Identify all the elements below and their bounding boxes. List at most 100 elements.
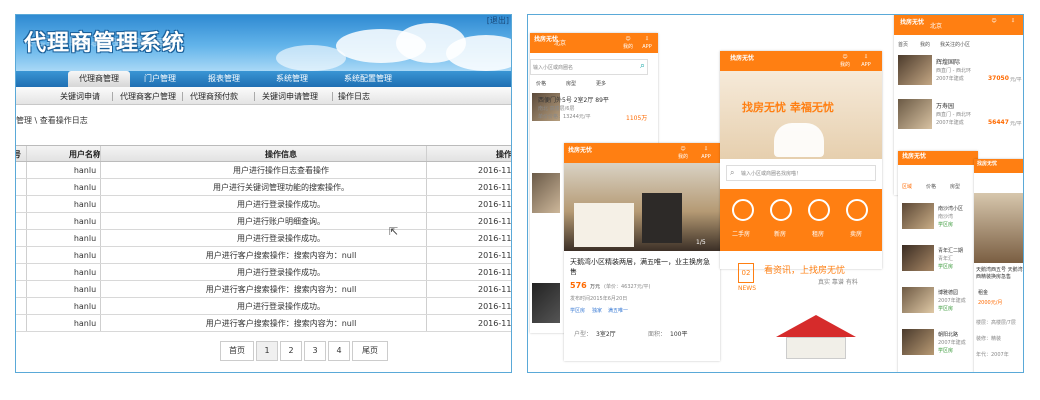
community-thumbnail[interactable] — [902, 329, 934, 355]
nav-item-portal-management[interactable]: 门户管理 — [134, 71, 186, 87]
newhouse-icon[interactable] — [770, 199, 792, 221]
filter-price[interactable]: 价格 — [536, 80, 546, 87]
download-icon[interactable]: ⇩ — [858, 54, 874, 61]
pager-page-4[interactable]: 4 — [328, 341, 350, 361]
hero-banner[interactable]: 找房无忧 幸福无忧 — [720, 71, 882, 159]
column-header-number: 号 — [16, 146, 25, 163]
pager-last[interactable]: 尾页 — [352, 341, 388, 361]
community-thumbnail[interactable] — [902, 287, 934, 313]
tag-exclusive: 独家 — [592, 308, 603, 314]
category-secondhand[interactable]: 二手房 — [732, 229, 750, 238]
nav-item-agent-management[interactable]: 代理商管理 — [68, 71, 130, 87]
right-nav-home[interactable]: 首页 — [898, 41, 908, 48]
nav-item-system-management[interactable]: 系统管理 — [266, 71, 318, 87]
filter-more[interactable]: 更多 — [596, 80, 606, 87]
community-thumbnail[interactable] — [898, 99, 932, 129]
news-tag: NEWS — [738, 285, 757, 292]
table-row: hanlu 用户进行客户搜索操作：搜索内容为：null 2016-11- — [16, 315, 511, 332]
category-newhouse[interactable]: 新房 — [774, 229, 786, 238]
rental-title[interactable]: 天鹅湾西五号 天鹅湾西精装换房急售 — [976, 267, 1023, 281]
community-name[interactable]: 南沙湾小区 — [938, 205, 963, 212]
right-nav-followed[interactable]: 我关注的小区 — [940, 41, 970, 48]
filter-rooms[interactable]: 房型 — [950, 183, 960, 190]
pager-page-3[interactable]: 3 — [304, 341, 326, 361]
pager-first[interactable]: 首页 — [220, 341, 254, 361]
user-icon[interactable]: ☺ — [988, 18, 1000, 25]
community-name[interactable]: 万寿园 — [936, 101, 954, 110]
column-divider — [426, 298, 427, 314]
featured-title[interactable]: 天鹅湾小区精装两居，满五唯一，业主换房急售 — [570, 257, 716, 277]
listing-photo[interactable]: 1/5 — [564, 163, 720, 251]
admin-screenshot: 代理商管理系统 代理商管理系统 [退出] 代理商管理 门户管理 报表管理 系统管… — [15, 14, 512, 373]
category-panel: 二手房 新房 租房 卖房 — [720, 189, 882, 251]
filter-price[interactable]: 价格 — [926, 183, 936, 190]
search-icon[interactable]: ⌕ — [640, 61, 645, 71]
cell-operation-time: 2016-11- — [478, 217, 512, 226]
column-divider — [426, 196, 427, 212]
user-icon[interactable]: ☺ — [676, 146, 690, 153]
filter-area[interactable]: 区域 — [902, 183, 912, 190]
cell-username: hanlu — [73, 166, 97, 175]
sell-icon[interactable] — [846, 199, 868, 221]
right-nav-my[interactable]: 我的 — [920, 41, 930, 48]
column-divider — [26, 196, 27, 212]
category-sell[interactable]: 卖房 — [850, 229, 862, 238]
subnav-keyword-apply[interactable]: 关键词申请 — [60, 91, 100, 102]
nav-item-report-management[interactable]: 报表管理 — [198, 71, 250, 87]
main-nav: 代理商管理 门户管理 报表管理 系统管理 系统配置管理 — [16, 71, 511, 87]
column-divider — [426, 162, 427, 178]
listing-thumbnail[interactable] — [532, 173, 560, 213]
city-selector[interactable]: 北京 — [554, 40, 566, 47]
photo-counter: 1/5 — [696, 239, 706, 246]
column-divider — [26, 179, 27, 195]
pager-page-2[interactable]: 2 — [280, 341, 302, 361]
search-input[interactable]: 输入小区或商圈名 — [533, 64, 573, 71]
cell-operation-info: 用户进行账户明细查询。 — [237, 217, 325, 226]
search-box[interactable]: 输入小区或商圈名 ⌕ — [530, 59, 648, 75]
brand-logo: 找房无忧 — [977, 161, 998, 167]
city-selector[interactable]: 北京 — [930, 23, 942, 30]
subnav-divider — [332, 92, 333, 101]
column-divider — [26, 298, 27, 314]
community-sub: 2007年建成 — [938, 340, 966, 346]
subnav-divider — [112, 92, 113, 101]
search-box[interactable]: ⌕ 输入小区或商圈名找房喵！ — [726, 165, 876, 181]
community-thumbnail[interactable] — [902, 203, 934, 229]
listing-title[interactable]: 西便门外5号 2室2厅 89平 — [538, 95, 609, 104]
subnav-keyword-apply-management[interactable]: 关键词申请管理 — [262, 91, 318, 102]
filter-rooms[interactable]: 房型 — [566, 80, 576, 87]
house-roof-shape — [776, 315, 856, 337]
featured-price-unit: 万元 — [590, 284, 601, 290]
rent-icon[interactable] — [808, 199, 830, 221]
community-year: 2007年建成 — [936, 76, 964, 82]
subnav-customer-management[interactable]: 代理商客户管理 — [120, 91, 176, 102]
search-icon[interactable]: ⌕ — [730, 168, 734, 178]
logout-link[interactable]: [退出] — [487, 15, 509, 26]
pager-page-1[interactable]: 1 — [256, 341, 278, 361]
community-price: 37050 — [988, 75, 1009, 82]
community-name[interactable]: 青年汇二期 — [938, 247, 963, 254]
nav-item-system-config[interactable]: 系统配置管理 — [332, 71, 404, 87]
listing-thumbnail[interactable] — [532, 283, 560, 323]
table-row: hanlu 用户进行登录操作成功。 2016-11- — [16, 230, 511, 247]
cell-operation-info: 用户进行登录操作成功。 — [237, 302, 325, 311]
community-thumbnail[interactable] — [902, 245, 934, 271]
community-name[interactable]: 博雅德园 — [938, 289, 958, 296]
table-row: hanlu 用户进行客户搜索操作：搜索内容为：null 2016-11- — [16, 247, 511, 264]
community-name[interactable]: 辉煌国际 — [936, 57, 960, 66]
download-icon[interactable]: ⇩ — [640, 36, 654, 43]
featured-date: 发布时间2015年6月20日 — [570, 296, 628, 302]
community-name[interactable]: 朝阳北路 — [938, 331, 958, 338]
subnav-prepayment[interactable]: 代理商预付款 — [190, 91, 238, 102]
user-icon[interactable]: ☺ — [838, 54, 852, 61]
secondhand-icon[interactable] — [732, 199, 754, 221]
user-icon[interactable]: ☺ — [622, 36, 634, 43]
community-thumbnail[interactable] — [898, 55, 932, 85]
download-icon[interactable]: ⇩ — [1006, 18, 1020, 25]
table-row: hanlu 用户进行登录操作成功。 2016-11- — [16, 264, 511, 281]
category-rent[interactable]: 租房 — [812, 229, 824, 238]
rental-photo[interactable] — [974, 193, 1023, 263]
subnav-operation-log[interactable]: 操作日志 — [338, 91, 370, 102]
search-input[interactable]: 输入小区或商圈名找房喵！ — [741, 170, 801, 177]
download-icon[interactable]: ⇩ — [698, 146, 714, 153]
